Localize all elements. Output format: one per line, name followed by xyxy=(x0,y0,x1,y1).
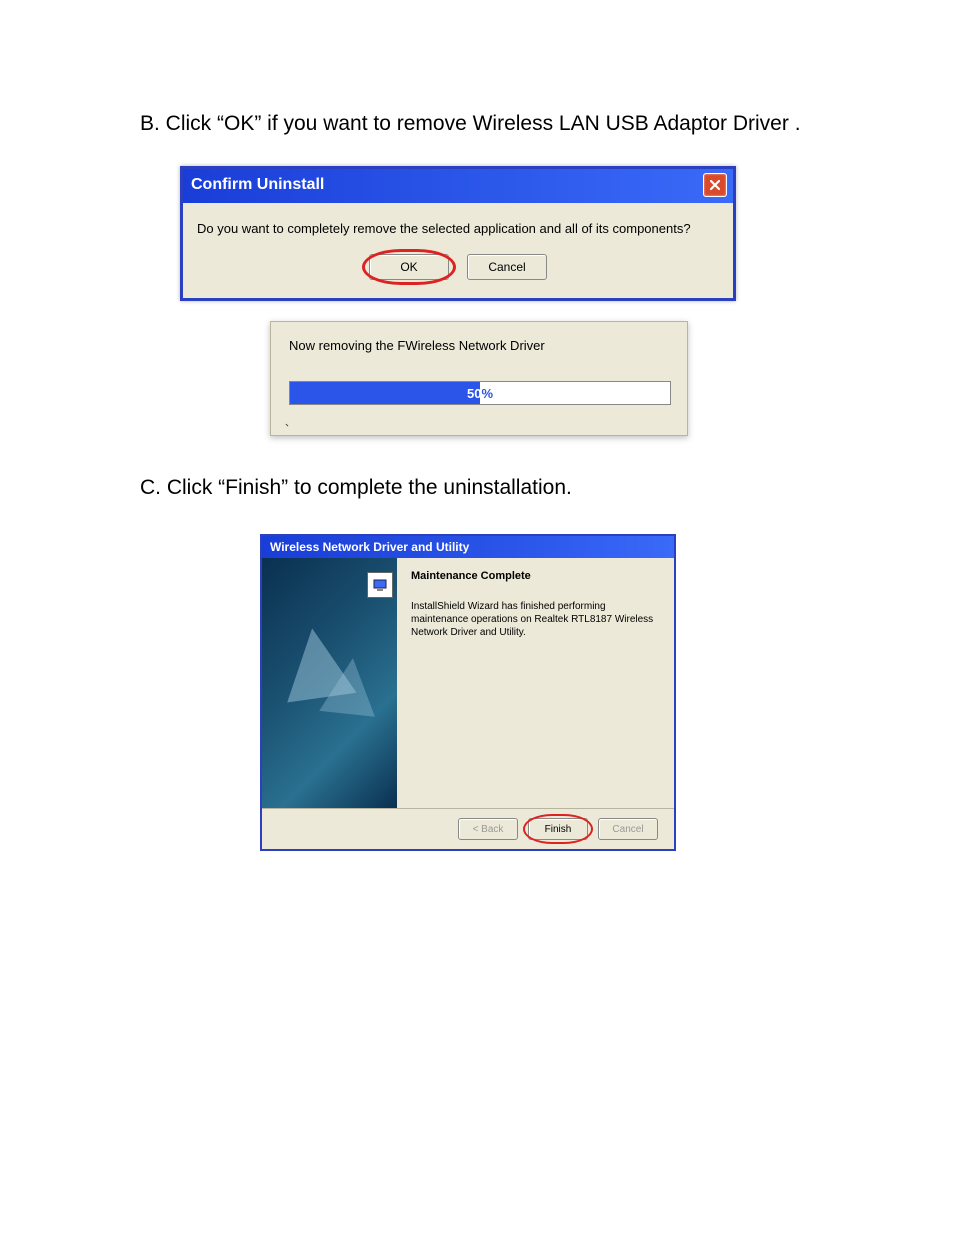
decorative-triangle-icon xyxy=(319,656,381,718)
cancel-button-label: Cancel xyxy=(612,824,643,835)
wizard-footer: < Back Finish Cancel xyxy=(262,808,674,849)
cancel-button: Cancel xyxy=(598,818,658,840)
confirm-uninstall-dialog-wrap: Confirm Uninstall Do you want to complet… xyxy=(180,166,824,301)
document-page: B. Click “OK” if you want to remove Wire… xyxy=(0,0,954,891)
dialog-button-row: OK Cancel xyxy=(197,254,719,280)
confirm-uninstall-dialog: Confirm Uninstall Do you want to complet… xyxy=(180,166,736,301)
ok-button[interactable]: OK xyxy=(369,254,449,280)
wizard-heading: Maintenance Complete xyxy=(411,570,660,582)
progress-dialog-wrap: Now removing the FWireless Network Drive… xyxy=(270,321,824,436)
wizard-body-text: InstallShield Wizard has finished perfor… xyxy=(411,600,660,639)
progress-bar: 50% xyxy=(289,381,671,405)
back-button: < Back xyxy=(458,818,518,840)
ok-button-label: OK xyxy=(400,260,417,274)
finish-button-label: Finish xyxy=(545,824,572,835)
progress-tick: 、 xyxy=(285,414,295,429)
cancel-button-label: Cancel xyxy=(488,260,525,274)
dialog-titlebar: Confirm Uninstall xyxy=(183,169,733,203)
progress-percent-number: 50 xyxy=(467,386,481,401)
wizard-title: Wireless Network Driver and Utility xyxy=(270,540,469,554)
cancel-button[interactable]: Cancel xyxy=(467,254,547,280)
dialog-body: Do you want to completely remove the sel… xyxy=(183,203,733,298)
progress-message: Now removing the FWireless Network Drive… xyxy=(289,338,669,353)
step-b-text: B. Click “OK” if you want to remove Wire… xyxy=(140,110,824,138)
back-button-label: < Back xyxy=(473,824,504,835)
progress-dialog: Now removing the FWireless Network Drive… xyxy=(270,321,688,436)
computer-icon xyxy=(367,572,393,598)
progress-label: 50% xyxy=(290,382,670,404)
wizard-side-graphic xyxy=(262,558,397,808)
close-button[interactable] xyxy=(703,173,727,197)
step-c-text: C. Click “Finish” to complete the uninst… xyxy=(140,476,824,500)
wizard-dialog: Wireless Network Driver and Utility Main… xyxy=(260,534,676,851)
finish-button[interactable]: Finish xyxy=(528,818,588,840)
wizard-dialog-wrap: Wireless Network Driver and Utility Main… xyxy=(260,534,824,851)
wizard-content: Maintenance Complete InstallShield Wizar… xyxy=(262,558,674,808)
wizard-titlebar: Wireless Network Driver and Utility xyxy=(262,536,674,558)
dialog-title: Confirm Uninstall xyxy=(191,176,324,194)
dialog-message: Do you want to completely remove the sel… xyxy=(197,221,719,236)
close-icon xyxy=(709,179,721,191)
progress-percent-sign: % xyxy=(481,386,493,401)
wizard-main: Maintenance Complete InstallShield Wizar… xyxy=(397,558,674,808)
